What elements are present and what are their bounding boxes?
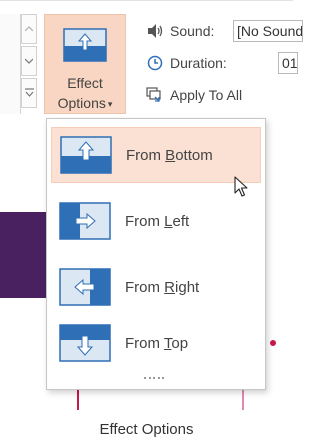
slide-dot [270, 340, 276, 346]
speaker-icon [146, 22, 164, 40]
mouse-pointer-icon [234, 176, 248, 197]
duration-label: Duration: [170, 55, 227, 71]
duration-input[interactable]: 01.00 [278, 52, 298, 74]
menu-item-from-bottom[interactable]: From Bottom [51, 127, 261, 183]
gallery-scroll-up-button[interactable] [21, 14, 37, 44]
access-key-char: R [164, 278, 176, 296]
slide-purple-shape [0, 212, 50, 298]
apply-to-all-button[interactable]: Apply To All [146, 84, 242, 106]
sound-dropdown[interactable]: [No Sound] [233, 20, 303, 42]
chevron-up-icon [25, 26, 33, 32]
apply-to-all-label: Apply To All [170, 87, 243, 103]
menu-resize-grip[interactable] [144, 377, 164, 383]
menu-item-label: From Left [125, 212, 190, 230]
transition-gallery-edge [0, 14, 21, 114]
gallery-scroll-down-button[interactable] [21, 46, 37, 76]
gallery-expand-icon [24, 88, 34, 97]
menu-item-from-top[interactable]: From Top [51, 315, 261, 371]
effect-options-button[interactable]: Effect Options ▾ [44, 14, 126, 114]
chevron-down-icon [25, 58, 33, 64]
menu-item-label: From Top [125, 334, 189, 352]
effect-options-label-line1: Effect [67, 75, 103, 91]
sound-row: Sound: [146, 20, 214, 42]
menu-item-label: From Right [125, 278, 200, 296]
gallery-more-button[interactable] [21, 78, 37, 108]
sound-label: Sound: [170, 23, 215, 39]
clock-icon [146, 54, 164, 72]
duration-row: Duration: [146, 52, 227, 74]
push-from-bottom-icon [63, 28, 107, 62]
arrow-left-icon [59, 268, 111, 306]
apply-to-all-icon [146, 86, 164, 104]
arrow-down-icon [59, 324, 111, 362]
access-key-char: L [164, 212, 173, 230]
effect-options-label-line2: Options ▾ [57, 95, 113, 111]
dropdown-caret-icon: ▾ [107, 99, 113, 109]
menu-item-from-left[interactable]: From Left [51, 193, 261, 249]
menu-item-label: From Bottom [126, 146, 213, 164]
menu-item-from-right[interactable]: From Right [51, 259, 261, 315]
arrow-up-icon [60, 136, 112, 174]
effect-options-menu: From Bottom From Left From Right From To… [46, 118, 266, 390]
ribbon-top-border [0, 0, 293, 1]
arrow-right-icon [59, 202, 111, 240]
figure-caption: Effect Options [99, 421, 194, 438]
access-key-char: T [163, 334, 172, 352]
access-key-char: B [165, 146, 176, 164]
